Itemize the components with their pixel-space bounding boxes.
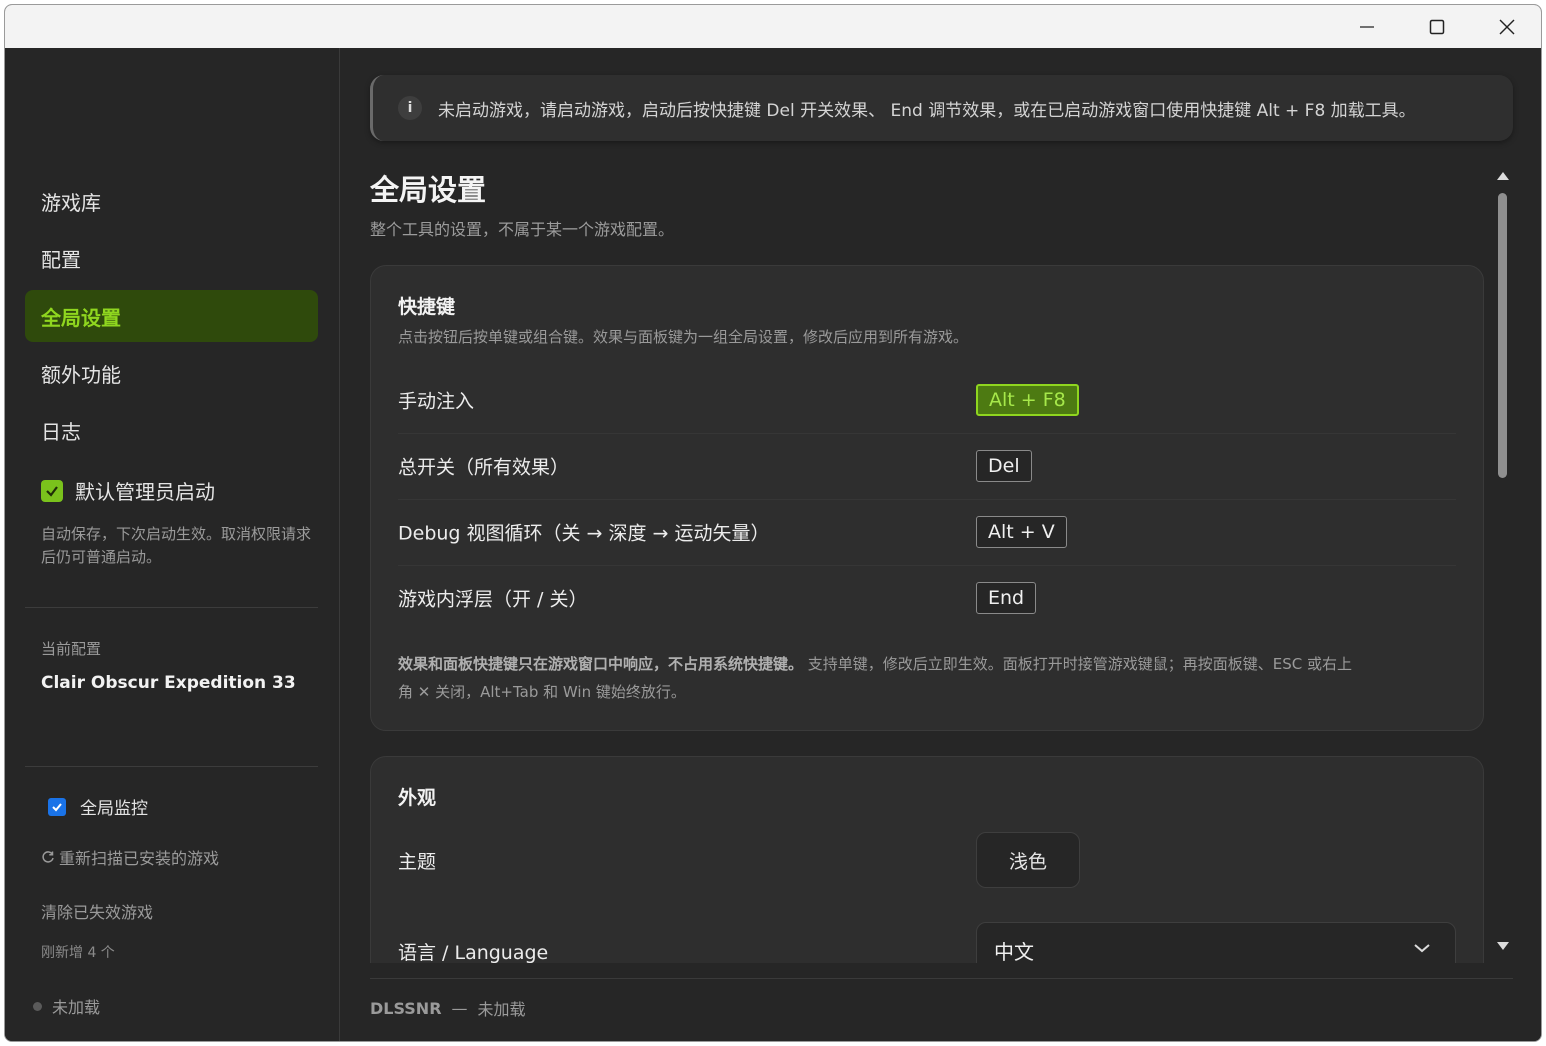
- hotkeys-note-bold: 效果和面板快捷键只在游戏窗口中响应，不占用系统快捷键。: [398, 655, 804, 673]
- scroll-up-arrow-icon: [1497, 172, 1509, 180]
- hotkey-label: 手动注入: [398, 390, 475, 413]
- sidebar-item-label: 全局设置: [41, 305, 121, 330]
- sidebar-item-label: 额外功能: [41, 362, 121, 387]
- rescan-label: 重新扫描已安装的游戏: [59, 849, 220, 868]
- scrollbar-thumb[interactable]: [1498, 193, 1507, 478]
- hotkey-row-manual-inject: 手动注入 Alt + F8: [398, 367, 1456, 434]
- language-label: 语言 / Language: [398, 942, 549, 963]
- current-config-label: 当前配置: [41, 640, 102, 658]
- page-title: 全局设置: [370, 173, 487, 207]
- sidebar: 游戏库 配置 全局设置 额外功能 日志 默认管理员启动 自动保存，下次启动生效。…: [5, 48, 340, 1041]
- sidebar-divider: [25, 607, 318, 608]
- maximize-icon: [1429, 19, 1445, 34]
- rescan-games-link[interactable]: 重新扫描已安装的游戏: [41, 845, 219, 869]
- hotkey-label: Debug 视图循环（关 → 深度 → 运动矢量）: [398, 522, 770, 545]
- settings-scrollbar[interactable]: [1492, 163, 1514, 963]
- load-status: 未加载: [33, 994, 100, 1018]
- footer-status: 未加载: [477, 1000, 526, 1019]
- sidebar-item-label: 日志: [41, 419, 81, 444]
- hotkey-button-debug-view[interactable]: Alt + V: [976, 516, 1067, 548]
- appearance-title: 外观: [398, 787, 437, 809]
- minimize-icon: [1360, 25, 1374, 28]
- minimize-button[interactable]: [1332, 5, 1402, 48]
- checkbox-checked-icon: [48, 797, 66, 816]
- sidebar-item-config[interactable]: 配置: [25, 232, 318, 284]
- hotkey-label: 总开关（所有效果）: [398, 456, 570, 479]
- hotkeys-note: 效果和面板快捷键只在游戏窗口中响应，不占用系统快捷键。 支持单键，修改后立即生效…: [398, 650, 1458, 706]
- language-select[interactable]: 中文: [976, 922, 1456, 963]
- footer-status-bar: DLSSNR — 未加载: [370, 996, 526, 1020]
- sidebar-item-log[interactable]: 日志: [25, 404, 318, 456]
- new-games-count: 刚新增 4 个: [41, 945, 115, 961]
- info-icon: i: [398, 96, 422, 120]
- hotkey-button-overlay[interactable]: End: [976, 582, 1037, 614]
- main-content: i 未启动游戏，请启动游戏，启动后按快捷键 Del 开关效果、 End 调节效果…: [340, 48, 1541, 1041]
- theme-label: 主题: [398, 851, 437, 873]
- language-select-value: 中文: [994, 940, 1034, 963]
- admin-start-hint: 自动保存，下次启动生效。取消权限请求后仍可普通启动。: [41, 525, 312, 566]
- admin-start-label: 默认管理员启动: [75, 480, 215, 504]
- refresh-icon: [42, 851, 54, 863]
- settings-scroll-area[interactable]: 全局设置 整个工具的设置，不属于某一个游戏配置。 快捷键 点击按钮后按单键或组合…: [370, 163, 1485, 963]
- close-button[interactable]: [1472, 5, 1541, 48]
- load-status-text: 未加载: [52, 998, 101, 1017]
- admin-start-checkbox[interactable]: 默认管理员启动: [41, 476, 215, 505]
- current-config-value: Clair Obscur Expedition 33: [41, 673, 296, 693]
- appearance-card: 外观 主题 浅色 语言 / Language 中文: [370, 756, 1484, 963]
- sidebar-item-extra-features[interactable]: 额外功能: [25, 347, 318, 399]
- footer-separator: —: [451, 998, 468, 1018]
- hotkey-row-master-toggle: 总开关（所有效果） Del: [398, 433, 1456, 500]
- hotkey-label: 游戏内浮层（开 / 关）: [398, 588, 588, 611]
- hotkeys-note-line2: 角 ✕ 关闭，Alt+Tab 和 Win 键始终放行。: [398, 683, 686, 701]
- hotkey-button-master-toggle[interactable]: Del: [976, 450, 1032, 482]
- sidebar-divider: [25, 766, 318, 767]
- theme-toggle-button[interactable]: 浅色: [976, 832, 1080, 888]
- status-dot-icon: [33, 1001, 42, 1011]
- footer-divider: [370, 978, 1513, 979]
- global-monitor-checkbox[interactable]: 全局监控: [48, 794, 148, 819]
- hotkey-row-overlay: 游戏内浮层（开 / 关） End: [398, 565, 1456, 631]
- sidebar-item-global-settings[interactable]: 全局设置: [25, 290, 318, 342]
- hotkeys-note-line1: 支持单键，修改后立即生效。面板打开时接管游戏键鼠；再按面板键、ESC 或右上: [807, 655, 1353, 673]
- hotkeys-title: 快捷键: [398, 296, 456, 318]
- checkbox-checked-icon: [41, 479, 63, 502]
- info-banner: i 未启动游戏，请启动游戏，启动后按快捷键 Del 开关效果、 End 调节效果…: [370, 75, 1513, 141]
- hotkeys-card: 快捷键 点击按钮后按单键或组合键。效果与面板键为一组全局设置，修改后应用到所有游…: [370, 265, 1484, 731]
- title-bar: [5, 5, 1541, 48]
- sidebar-item-label: 配置: [41, 247, 81, 272]
- clear-invalid-games-link[interactable]: 清除已失效游戏: [41, 899, 153, 923]
- scroll-down-arrow-icon: [1497, 942, 1509, 950]
- maximize-button[interactable]: [1402, 5, 1472, 48]
- sidebar-item-label: 游戏库: [41, 190, 101, 215]
- app-window: 游戏库 配置 全局设置 额外功能 日志 默认管理员启动 自动保存，下次启动生效。…: [4, 4, 1542, 1042]
- hotkey-button-manual-inject[interactable]: Alt + F8: [976, 384, 1079, 416]
- footer-app-name: DLSSNR: [370, 998, 442, 1018]
- info-banner-text: 未启动游戏，请启动游戏，启动后按快捷键 Del 开关效果、 End 调节效果，或…: [438, 100, 1416, 121]
- hotkey-row-debug-view: Debug 视图循环（关 → 深度 → 运动矢量） Alt + V: [398, 499, 1456, 566]
- page-subtitle: 整个工具的设置，不属于某一个游戏配置。: [370, 220, 675, 239]
- chevron-down-icon: [1414, 944, 1430, 953]
- global-monitor-label: 全局监控: [80, 799, 148, 819]
- hotkeys-desc: 点击按钮后按单键或组合键。效果与面板键为一组全局设置，修改后应用到所有游戏。: [398, 328, 969, 346]
- sidebar-item-game-library[interactable]: 游戏库: [25, 175, 318, 227]
- close-icon: [1499, 19, 1515, 34]
